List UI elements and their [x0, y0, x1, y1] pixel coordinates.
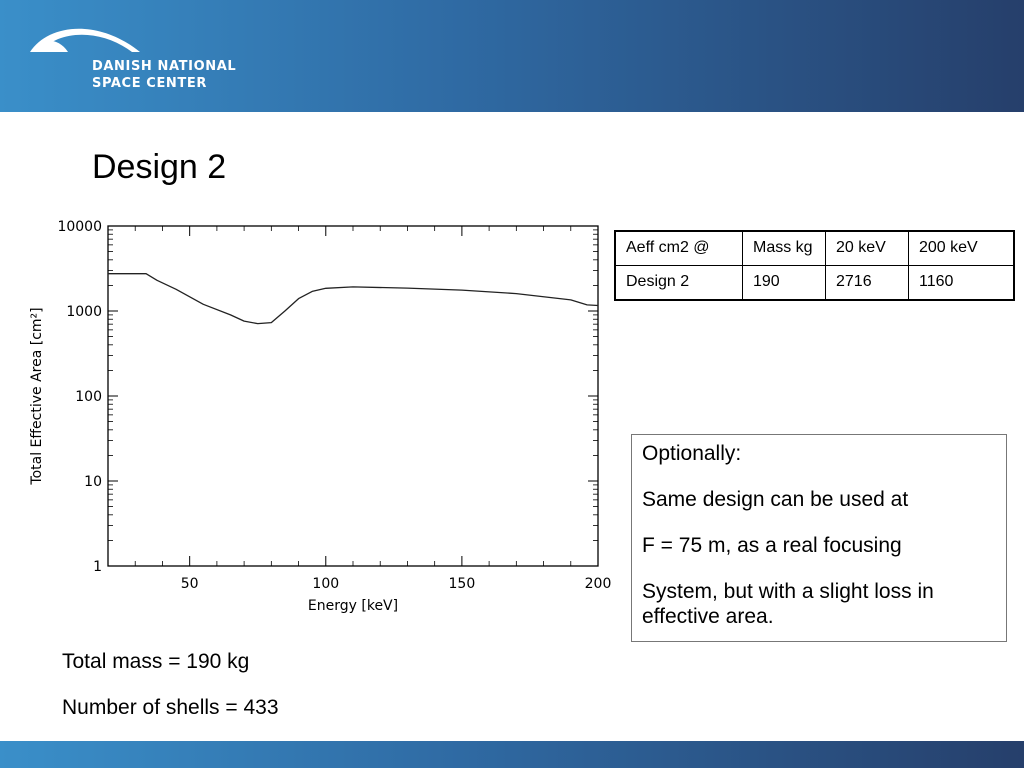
note-line: Same design can be used at: [642, 488, 909, 511]
shell-count-text: Number of shells = 433: [62, 696, 279, 719]
page-title: Design 2: [92, 148, 227, 186]
logo-text: DANISH NATIONAL SPACE CENTER: [92, 58, 236, 92]
table-cell: Design 2: [614, 265, 743, 301]
effective-area-chart: 1 10 100 1000 10000 50 100 150 200 Energy [keV] To…: [29, 219, 612, 614]
y-tick-label: 1000: [66, 304, 102, 320]
plot-frame: [107, 225, 599, 567]
x-tick-label: 200: [585, 576, 612, 592]
logo-line-1: DANISH NATIONAL: [92, 59, 237, 74]
y-tick-label: 1: [93, 559, 102, 575]
total-mass-text: Total mass = 190 kg: [62, 650, 250, 673]
effective-area-series-line: [108, 273, 599, 325]
x-tick-label: 100: [312, 576, 339, 592]
header-banner: DANISH NATIONAL SPACE CENTER: [0, 0, 1024, 112]
footer-banner: [0, 741, 1024, 768]
y-tick-label: 100: [75, 389, 102, 405]
x-axis-label: Energy [keV]: [308, 598, 398, 614]
table-cell: 1160: [908, 265, 1015, 301]
table-cell: 2716: [825, 265, 909, 301]
table-header-cell: Mass kg: [742, 230, 826, 266]
x-tick-label: 50: [181, 576, 199, 592]
data-table: Aeff cm2 @ Mass kg 20 keV 200 keV Design…: [614, 230, 1015, 301]
logo-line-2: SPACE CENTER: [92, 76, 207, 91]
note-box: Optionally: Same design can be used at F…: [631, 434, 1007, 642]
table-header-cell: 200 keV: [908, 230, 1015, 266]
table-header-cell: Aeff cm2 @: [614, 230, 743, 266]
x-tick-label: 150: [449, 576, 476, 592]
y-tick-label: 10000: [57, 219, 102, 235]
note-line: F = 75 m, as a real focusing: [642, 534, 902, 557]
table-header-cell: 20 keV: [825, 230, 909, 266]
arc-logo-icon: [30, 28, 140, 52]
table-row: Design 2 190 2716 1160: [614, 265, 1015, 301]
y-axis-label: Total Effective Area [cm²]: [29, 307, 45, 485]
note-line: System, but with a slight loss in effect…: [642, 580, 934, 628]
y-tick-label: 10: [84, 474, 102, 490]
table-header-row: Aeff cm2 @ Mass kg 20 keV 200 keV: [614, 230, 1015, 266]
note-line: Optionally:: [642, 442, 742, 465]
table-cell: 190: [742, 265, 826, 301]
